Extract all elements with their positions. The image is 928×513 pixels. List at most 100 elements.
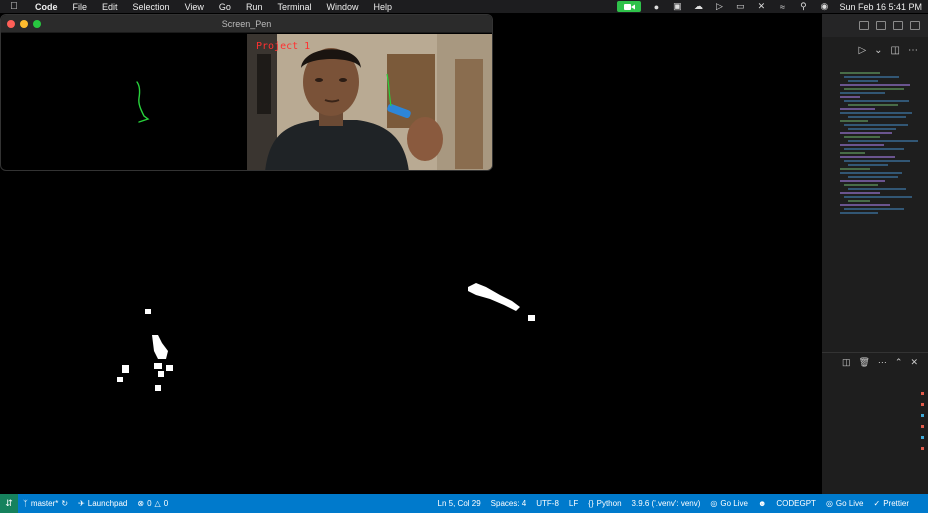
more-actions-icon[interactable]: ⋯ bbox=[878, 357, 887, 368]
menu-window[interactable]: Window bbox=[319, 2, 366, 12]
minimap[interactable] bbox=[840, 72, 920, 232]
toggle-panel-icon[interactable] bbox=[893, 21, 903, 30]
indentation[interactable]: Spaces: 4 bbox=[486, 499, 532, 508]
toggle-sidebar-icon[interactable] bbox=[876, 21, 886, 30]
mask-stroke bbox=[468, 283, 520, 311]
control-center-icon[interactable]: ◉ bbox=[818, 1, 830, 12]
minimap-line bbox=[840, 112, 912, 114]
minimap-line bbox=[840, 120, 868, 122]
status-bar: ⇵ ᛉ master* ↻ ✈ Launchpad ⊗ 0 △ 0 Ln 5, … bbox=[0, 494, 928, 513]
minimap-line bbox=[844, 148, 904, 150]
copilot-icon[interactable]: ☻ bbox=[753, 499, 771, 508]
more-actions-icon[interactable]: ⋯ bbox=[908, 45, 918, 56]
mask-blob bbox=[158, 371, 164, 377]
minimap-line bbox=[840, 84, 910, 86]
go-live-button[interactable]: ◎ Go Live bbox=[705, 499, 753, 508]
panel-actions: ◫ 🗑 ⋯ ⌃ ✕ bbox=[822, 352, 928, 372]
menu-run[interactable]: Run bbox=[239, 2, 271, 12]
mask-drawing bbox=[117, 283, 535, 391]
cloud-icon[interactable]: ☁ bbox=[692, 1, 704, 12]
remote-icon[interactable]: ⇵ bbox=[0, 494, 18, 513]
minimap-line bbox=[840, 204, 890, 206]
customize-layout-icon[interactable] bbox=[859, 21, 869, 30]
braces-icon: {} bbox=[588, 499, 594, 508]
minimap-line bbox=[840, 132, 892, 134]
editor-side-panel: ▷ ⌄ ◫ ⋯ ◫ 🗑 ⋯ ⌃ ✕ bbox=[822, 14, 928, 494]
python-interpreter[interactable]: 3.9.6 ('.venv': venv) bbox=[627, 499, 706, 508]
menu-file[interactable]: File bbox=[66, 2, 96, 12]
minimap-line bbox=[848, 188, 906, 190]
mask-blob bbox=[528, 315, 535, 321]
branch-status[interactable]: ᛉ master* ↻ bbox=[18, 499, 73, 508]
minimap-line bbox=[844, 100, 909, 102]
scrollbar-markers bbox=[921, 392, 924, 482]
close-icon[interactable]: ✕ bbox=[910, 357, 918, 368]
minimap-line bbox=[848, 176, 898, 178]
search-icon[interactable]: ⚲ bbox=[797, 1, 809, 12]
minimap-line bbox=[840, 172, 902, 174]
minimap-line bbox=[844, 124, 908, 126]
chevron-up-icon[interactable]: ⌃ bbox=[895, 357, 903, 368]
minimap-line bbox=[840, 92, 885, 94]
minimap-line bbox=[848, 140, 918, 142]
trash-icon[interactable]: 🗑 bbox=[858, 357, 869, 368]
menubar-clock[interactable]: Sun Feb 16 5:41 PM bbox=[839, 2, 922, 12]
minimap-line bbox=[844, 196, 912, 198]
minimap-line bbox=[848, 116, 906, 118]
wifi-icon[interactable]: ≈ bbox=[776, 2, 788, 12]
pen-caption: Project 1 bbox=[256, 41, 311, 52]
play-circle-icon[interactable]: ▷ bbox=[713, 1, 725, 12]
mask-blob bbox=[145, 309, 151, 314]
menu-go[interactable]: Go bbox=[212, 2, 239, 12]
codegpt-button[interactable]: CODEGPT bbox=[771, 499, 821, 508]
apple-icon[interactable]:  bbox=[0, 1, 28, 12]
mask-blob bbox=[166, 365, 173, 371]
prettier-status[interactable]: ✓ Prettier bbox=[869, 499, 915, 508]
rocket-icon: ✈ bbox=[78, 499, 85, 508]
window-titlebar[interactable]: Screen_Pen bbox=[1, 15, 492, 33]
split-editor-icon[interactable]: ◫ bbox=[891, 45, 900, 56]
minimap-line bbox=[840, 180, 885, 182]
chat-icon[interactable]: ▣ bbox=[671, 1, 683, 12]
menu-selection[interactable]: Selection bbox=[126, 2, 178, 12]
chevron-down-icon[interactable]: ⌄ bbox=[874, 45, 882, 56]
problems-status[interactable]: ⊗ 0 △ 0 bbox=[132, 499, 173, 508]
minimap-line bbox=[848, 164, 888, 166]
minimap-line bbox=[844, 76, 899, 78]
status-bar-right: Ln 5, Col 29 Spaces: 4 UTF-8 LF {} Pytho… bbox=[433, 494, 914, 513]
minimap-line bbox=[848, 128, 896, 130]
editor-actions: ▷ ⌄ ◫ ⋯ bbox=[822, 37, 928, 63]
go-live-button-2[interactable]: ◎ Go Live bbox=[821, 499, 869, 508]
language-mode[interactable]: {} Python bbox=[583, 499, 626, 508]
toggle-secondary-sidebar-icon[interactable] bbox=[910, 21, 920, 30]
warning-icon: △ bbox=[154, 499, 161, 508]
mask-blob bbox=[154, 363, 162, 369]
end-of-line[interactable]: LF bbox=[564, 499, 583, 508]
broadcast-icon: ◎ bbox=[710, 499, 718, 508]
menu-terminal[interactable]: Terminal bbox=[270, 2, 319, 12]
menubar-status-area: ● ▣ ☁ ▷ ▭ ✕ ≈ ⚲ ◉ Sun Feb 16 5:41 PM bbox=[617, 0, 922, 13]
menu-help[interactable]: Help bbox=[366, 2, 400, 12]
screen-pen-window: Screen_Pen Project 1 bbox=[0, 14, 493, 171]
bluetooth-off-icon[interactable]: ✕ bbox=[755, 1, 767, 12]
minimap-line bbox=[844, 208, 904, 210]
error-icon: ⊗ bbox=[137, 499, 145, 508]
menu-code[interactable]: Code bbox=[28, 2, 66, 12]
minimap-line bbox=[848, 80, 878, 82]
mask-blob bbox=[122, 365, 129, 373]
screen-recording-icon[interactable] bbox=[617, 1, 642, 12]
battery-icon[interactable]: ▭ bbox=[734, 1, 746, 12]
split-terminal-icon[interactable]: ◫ bbox=[842, 357, 851, 368]
menu-edit[interactable]: Edit bbox=[95, 2, 126, 12]
minimap-line bbox=[844, 184, 878, 186]
encoding[interactable]: UTF-8 bbox=[531, 499, 564, 508]
launchpad-status[interactable]: ✈ Launchpad bbox=[73, 499, 132, 508]
pen-drawing-canvas bbox=[136, 81, 150, 123]
webcam-image bbox=[247, 34, 492, 170]
minimap-line bbox=[840, 96, 860, 98]
menu-view[interactable]: View bbox=[178, 2, 212, 12]
run-icon[interactable]: ▷ bbox=[858, 45, 866, 56]
person-icon[interactable]: ● bbox=[650, 2, 662, 12]
branch-icon: ᛉ bbox=[23, 499, 28, 508]
cursor-position[interactable]: Ln 5, Col 29 bbox=[433, 499, 486, 508]
